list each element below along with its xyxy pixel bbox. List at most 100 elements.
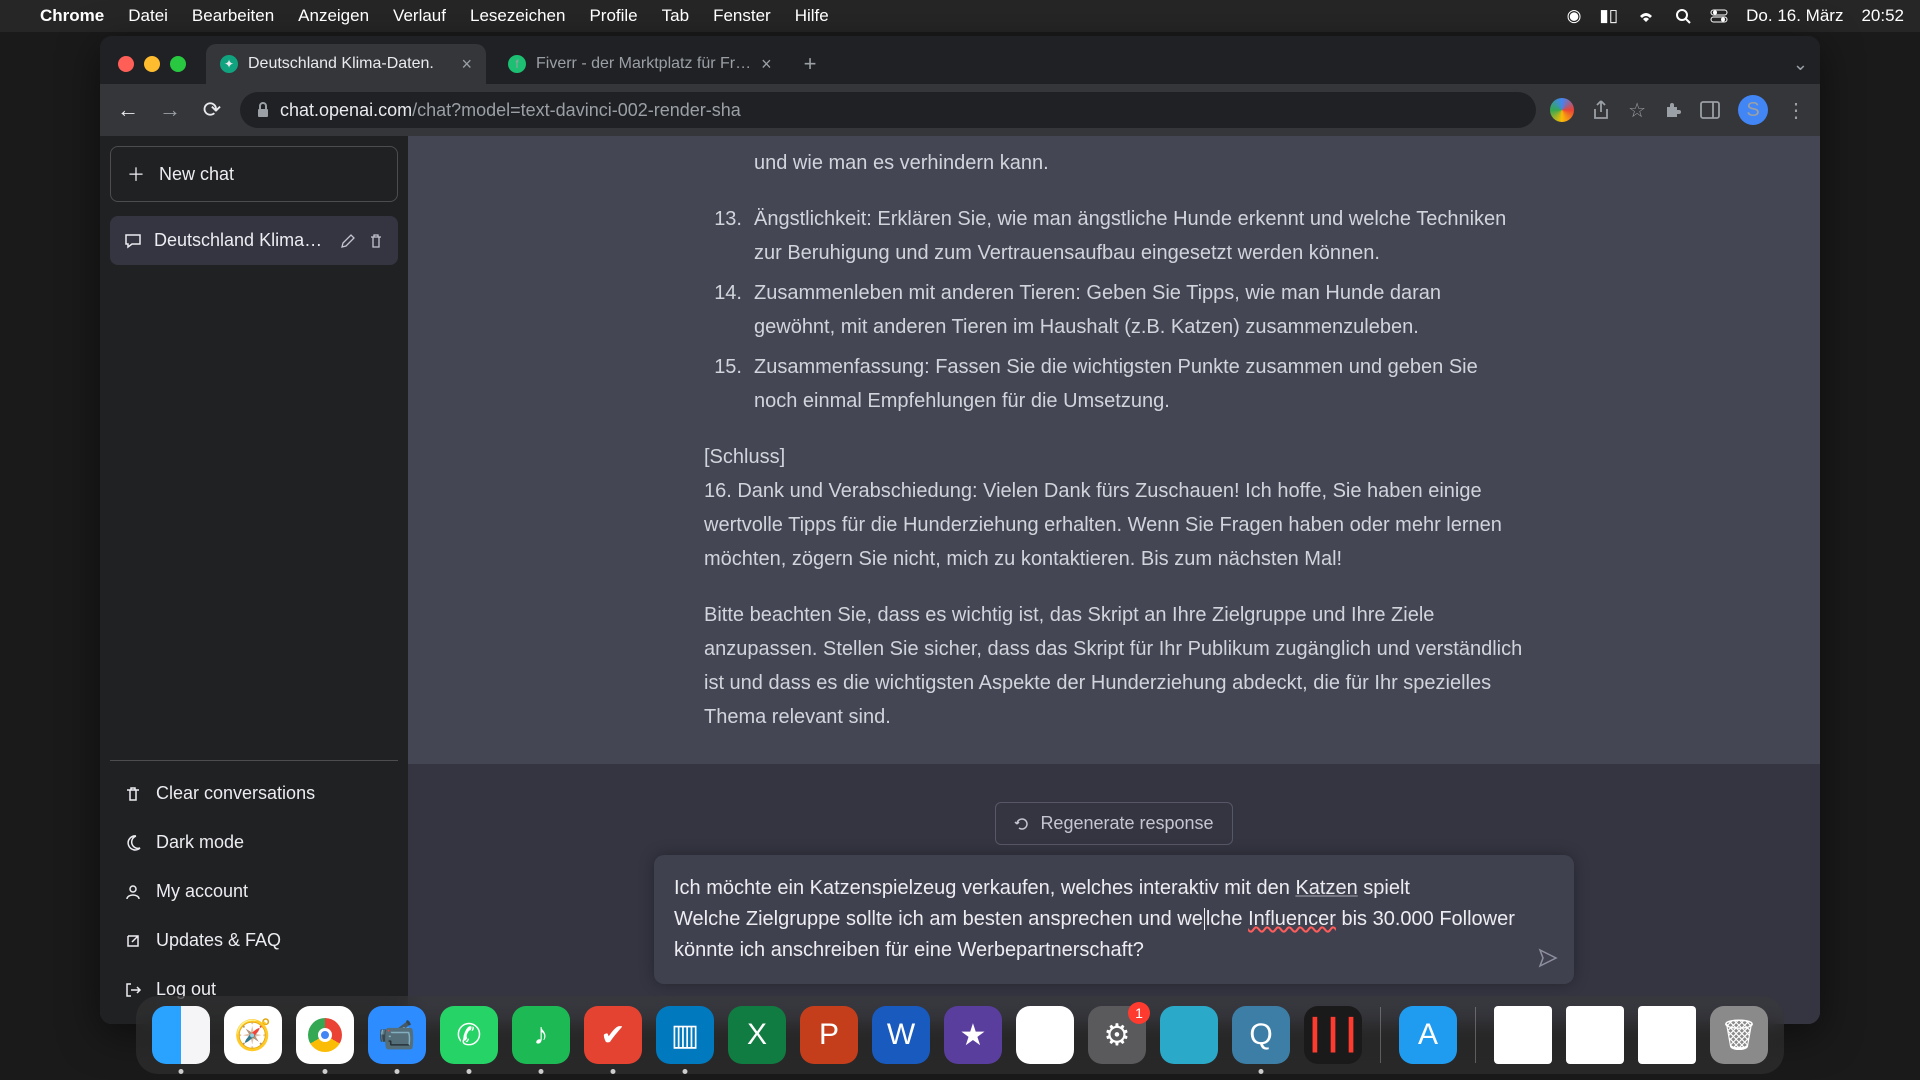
profile-avatar[interactable]: S bbox=[1738, 95, 1768, 125]
translate-icon[interactable] bbox=[1550, 98, 1574, 122]
spotlight-icon[interactable] bbox=[1674, 7, 1692, 25]
dock-word[interactable]: W bbox=[872, 1006, 930, 1064]
plus-icon: ＋ bbox=[127, 161, 145, 187]
chrome-menu-icon[interactable]: ⋮ bbox=[1786, 98, 1806, 123]
screen-record-icon[interactable]: ◉ bbox=[1567, 6, 1582, 26]
sidepanel-icon[interactable] bbox=[1700, 101, 1720, 119]
dock-file-2[interactable] bbox=[1566, 1006, 1624, 1064]
send-button[interactable] bbox=[1538, 948, 1558, 968]
dock-safari[interactable]: 🧭 bbox=[224, 1006, 282, 1064]
dock-app-cyan[interactable] bbox=[1160, 1006, 1218, 1064]
person-icon bbox=[124, 883, 142, 901]
chat-icon bbox=[124, 232, 142, 250]
menu-datei[interactable]: Datei bbox=[128, 6, 168, 26]
menu-hilfe[interactable]: Hilfe bbox=[795, 6, 829, 26]
conversation-scroll[interactable]: und wie man es verhindern kann. 13.Ängst… bbox=[408, 136, 1820, 778]
dock-quicktime[interactable]: Q bbox=[1232, 1006, 1290, 1064]
my-account-button[interactable]: My account bbox=[110, 867, 398, 916]
dock-appstore[interactable]: A bbox=[1399, 1006, 1457, 1064]
menubar-app-name[interactable]: Chrome bbox=[40, 6, 104, 26]
window-close-button[interactable] bbox=[118, 56, 134, 72]
tab-active-title: Deutschland Klima-Daten. bbox=[248, 55, 434, 73]
main-panel: und wie man es verhindern kann. 13.Ängst… bbox=[408, 136, 1820, 1024]
moon-icon bbox=[124, 834, 142, 852]
share-icon[interactable] bbox=[1592, 100, 1610, 120]
dock-finder[interactable] bbox=[152, 1006, 210, 1064]
control-center-icon[interactable] bbox=[1710, 9, 1728, 23]
dock-powerpoint[interactable]: P bbox=[800, 1006, 858, 1064]
dock-trash[interactable]: 🗑 bbox=[1710, 1006, 1768, 1064]
menu-verlauf[interactable]: Verlauf bbox=[393, 6, 446, 26]
note-paragraph: Bitte beachten Sie, dass es wichtig ist,… bbox=[704, 598, 1524, 734]
forward-button[interactable]: → bbox=[156, 97, 184, 123]
menu-fenster[interactable]: Fenster bbox=[713, 6, 771, 26]
window-minimize-button[interactable] bbox=[144, 56, 160, 72]
conversation-title: Deutschland Klima-Da bbox=[154, 230, 328, 251]
closing-paragraph: 16. Dank und Verabschiedung: Vielen Dank… bbox=[704, 474, 1524, 576]
tab-inactive-title: Fiverr - der Marktplatz für Fr… bbox=[536, 55, 751, 73]
fiverr-favicon-icon: f bbox=[508, 55, 526, 73]
dock-separator bbox=[1475, 1007, 1476, 1063]
dock-whatsapp[interactable]: ✆ bbox=[440, 1006, 498, 1064]
dock-file-3[interactable] bbox=[1638, 1006, 1696, 1064]
tabs-dropdown-icon[interactable]: ⌄ bbox=[1793, 54, 1808, 75]
bookmark-icon[interactable]: ☆ bbox=[1628, 98, 1646, 123]
back-button[interactable]: ← bbox=[114, 97, 142, 123]
dock-excel[interactable]: X bbox=[728, 1006, 786, 1064]
list-item: 14.Zusammenleben mit anderen Tieren: Geb… bbox=[704, 276, 1524, 344]
menu-anzeigen[interactable]: Anzeigen bbox=[298, 6, 369, 26]
list-item-partial: und wie man es verhindern kann. bbox=[704, 146, 1524, 180]
tab-close-icon[interactable]: × bbox=[761, 54, 772, 75]
toolbar: ← → ⟳ chat.openai.com/chat?model=text-da… bbox=[100, 84, 1820, 136]
menubar-time[interactable]: 20:52 bbox=[1861, 6, 1904, 26]
prompt-input[interactable]: Ich möchte ein Katzenspielzeug verkaufen… bbox=[654, 855, 1574, 984]
dock-chrome[interactable] bbox=[296, 1006, 354, 1064]
updates-faq-button[interactable]: Updates & FAQ bbox=[110, 916, 398, 965]
dock-separator bbox=[1380, 1007, 1381, 1063]
regenerate-button[interactable]: Regenerate response bbox=[995, 802, 1232, 845]
conversation-item[interactable]: Deutschland Klima-Da bbox=[110, 216, 398, 265]
text-caret bbox=[1204, 908, 1205, 930]
chatgpt-app: ＋ New chat Deutschland Klima-Da bbox=[100, 136, 1820, 1024]
extensions-icon[interactable] bbox=[1664, 101, 1682, 119]
external-link-icon bbox=[124, 932, 142, 950]
lock-icon bbox=[256, 102, 270, 118]
menu-bearbeiten[interactable]: Bearbeiten bbox=[192, 6, 274, 26]
window-maximize-button[interactable] bbox=[170, 56, 186, 72]
url-host: chat.openai.com bbox=[280, 100, 412, 120]
wifi-icon[interactable] bbox=[1636, 9, 1656, 23]
tab-close-icon[interactable]: × bbox=[461, 54, 472, 75]
dock-spotify[interactable]: ♪ bbox=[512, 1006, 570, 1064]
openai-favicon-icon: ✦ bbox=[220, 55, 238, 73]
tab-active[interactable]: ✦ Deutschland Klima-Daten. × bbox=[206, 44, 486, 84]
menu-tab[interactable]: Tab bbox=[662, 6, 689, 26]
menubar-date[interactable]: Do. 16. März bbox=[1746, 6, 1843, 26]
dock-imovie[interactable]: ★ bbox=[944, 1006, 1002, 1064]
dock-trello[interactable]: ▥ bbox=[656, 1006, 714, 1064]
logout-icon bbox=[124, 981, 142, 999]
dock-voice-memos[interactable]: ┃┃┃ bbox=[1304, 1006, 1362, 1064]
clear-conversations-button[interactable]: Clear conversations bbox=[110, 769, 398, 818]
list-item: 13.Ängstlichkeit: Erklären Sie, wie man … bbox=[704, 202, 1524, 270]
battery-icon[interactable]: ▮▯ bbox=[1599, 6, 1618, 26]
dock-file-1[interactable] bbox=[1494, 1006, 1552, 1064]
new-chat-button[interactable]: ＋ New chat bbox=[110, 146, 398, 202]
list-item: 15.Zusammenfassung: Fassen Sie die wicht… bbox=[704, 350, 1524, 418]
edit-icon[interactable] bbox=[340, 233, 356, 249]
dock-settings[interactable]: ⚙1 bbox=[1088, 1006, 1146, 1064]
menu-lesezeichen[interactable]: Lesezeichen bbox=[470, 6, 565, 26]
dock-zoom[interactable]: 📹 bbox=[368, 1006, 426, 1064]
address-bar[interactable]: chat.openai.com/chat?model=text-davinci-… bbox=[240, 92, 1536, 128]
menu-profile[interactable]: Profile bbox=[589, 6, 637, 26]
trash-icon bbox=[124, 785, 142, 803]
dock-todoist[interactable]: ✔ bbox=[584, 1006, 642, 1064]
sidebar-footer: Clear conversations Dark mode My account… bbox=[110, 760, 398, 1014]
dark-mode-button[interactable]: Dark mode bbox=[110, 818, 398, 867]
url-path: /chat?model=text-davinci-002-render-sha bbox=[412, 100, 741, 120]
reload-button[interactable]: ⟳ bbox=[198, 97, 226, 123]
trash-icon[interactable] bbox=[368, 233, 384, 249]
new-tab-button[interactable]: + bbox=[794, 51, 827, 77]
tab-strip: ✦ Deutschland Klima-Daten. × f Fiverr - … bbox=[100, 36, 1820, 84]
tab-inactive[interactable]: f Fiverr - der Marktplatz für Fr… × bbox=[494, 44, 786, 84]
dock-drive[interactable]: ▲ bbox=[1016, 1006, 1074, 1064]
